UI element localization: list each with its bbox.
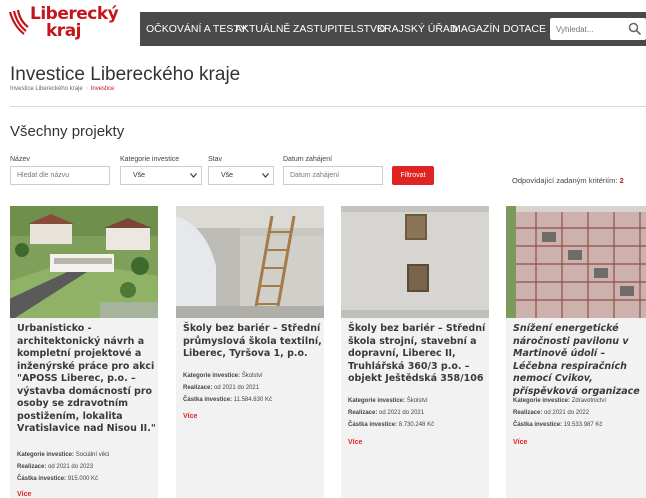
results-count-value: 2 <box>619 176 624 185</box>
filter-start-date-input[interactable]: Datum zahájení <box>283 166 383 185</box>
project-title[interactable]: Školy bez bariér – Střední průmyslová šk… <box>183 323 323 361</box>
realization-label: Realizace: <box>17 464 47 470</box>
filter-status-select[interactable]: Vše <box>208 166 274 185</box>
chevron-down-icon <box>262 173 269 178</box>
project-realization: Realizace: od 2021 do 2021 <box>183 384 323 392</box>
more-link[interactable]: Více <box>348 439 362 446</box>
project-photo[interactable] <box>341 206 489 318</box>
filter-status-value: Vše <box>221 172 234 179</box>
category-value: Zdravotnictví <box>571 398 607 404</box>
results-label: Odpovídající zadaným kritériím: <box>512 176 618 185</box>
more-link[interactable]: Více <box>513 439 527 446</box>
breadcrumb-item-current: Investice <box>90 86 115 92</box>
logo-mark-icon <box>8 9 29 35</box>
amount-value: 8.730.248 Kč <box>398 422 435 428</box>
nav-item-dotace[interactable]: DOTACE <box>503 12 546 46</box>
filter-start-label: Datum zahájení <box>283 156 333 163</box>
amount-value: 19.533.987 Kč <box>563 422 603 428</box>
project-category: Kategorie investice: Školství <box>183 372 323 380</box>
section-title: Všechny projekty <box>10 123 125 140</box>
realization-label: Realizace: <box>513 410 543 416</box>
nav-item-ockovani[interactable]: OČKOVÁNÍ A TESTY <box>146 12 247 46</box>
filter-category-label: Kategorie investice <box>120 156 180 163</box>
filter-status-label: Stav <box>208 156 223 163</box>
filter-category-select[interactable]: Vše <box>120 166 202 185</box>
project-category: Kategorie investice: Školství <box>348 397 488 405</box>
project-category: Kategorie investice: Zdravotnictví <box>513 397 646 405</box>
project-realization: Realizace: od 2021 do 2023 <box>17 463 157 471</box>
category-label: Kategorie investice: <box>513 398 571 404</box>
realization-value: od 2021 do 2021 <box>214 385 260 391</box>
filter-category-value: Vše <box>133 172 146 179</box>
chevron-down-icon <box>190 173 197 178</box>
search-box <box>550 18 646 40</box>
amount-label: Částka investice: <box>513 422 563 428</box>
project-card[interactable]: Školy bez bariér – Střední průmyslová šk… <box>176 206 324 498</box>
logo-text-line2: kraj <box>46 21 82 41</box>
breadcrumb-separator: › <box>85 86 88 92</box>
project-realization: Realizace: od 2021 do 2021 <box>348 409 488 417</box>
search-icon[interactable] <box>628 22 642 36</box>
nav-item-krajsky-urad[interactable]: KRAJSKÝ ÚŘAD <box>377 12 458 46</box>
category-value: Školství <box>406 398 428 404</box>
filter-button[interactable]: Filtrovat <box>392 166 434 185</box>
amount-label: Částka investice: <box>348 422 398 428</box>
category-label: Kategorie investice: <box>17 452 75 458</box>
category-label: Kategorie investice: <box>348 398 406 404</box>
nav-item-zastupitelstvo[interactable]: ZASTUPITELSTVO <box>293 12 385 46</box>
category-label: Kategorie investice: <box>183 373 241 379</box>
project-photo[interactable] <box>176 206 324 318</box>
nav-item-aktualne[interactable]: AKTUÁLNĚ <box>235 12 290 46</box>
filter-name-label: Název <box>10 156 30 163</box>
project-card[interactable]: Školy bez bariér – Střední škola strojní… <box>341 206 489 498</box>
amount-value: 915.000 Kč <box>67 476 99 482</box>
main-nav: OČKOVÁNÍ A TESTY AKTUÁLNĚ ZASTUPITELSTVO… <box>140 12 646 46</box>
project-realization: Realizace: od 2021 do 2022 <box>513 409 646 417</box>
page-title: Investice Libereckého kraje <box>10 64 241 85</box>
site-logo[interactable]: Liberecký kraj <box>8 4 119 50</box>
project-card[interactable]: Snížení energetické náročnosti pavilonu … <box>506 206 646 498</box>
amount-label: Částka investice: <box>183 397 233 403</box>
results-count: Odpovídající zadaným kritériím: 2 <box>512 176 624 185</box>
project-amount: Částka investice: 915.000 Kč <box>17 475 157 483</box>
project-title[interactable]: Snížení energetické náročnosti pavilonu … <box>513 323 646 398</box>
amount-value: 11.584.830 Kč <box>233 397 272 403</box>
more-link[interactable]: Více <box>17 491 31 498</box>
amount-label: Částka investice: <box>17 476 67 482</box>
project-card[interactable]: Urbanisticko - architektonický návrh a k… <box>10 206 158 498</box>
realization-value: od 2021 do 2023 <box>48 464 94 470</box>
filter-name-input[interactable]: Hledat dle názvu <box>10 166 110 185</box>
project-title[interactable]: Školy bez bariér – Střední škola strojní… <box>348 323 488 386</box>
category-value: Školství <box>241 373 263 379</box>
nav-item-magazin[interactable]: MAGAZÍN <box>452 12 500 46</box>
divider <box>10 106 646 107</box>
project-amount: Částka investice: 19.533.987 Kč <box>513 421 646 429</box>
project-category: Kategorie investice: Sociální věci <box>17 451 157 459</box>
breadcrumb: Investice Libereckého kraje › Investice <box>10 86 114 92</box>
category-value: Sociální věci <box>75 452 110 458</box>
breadcrumb-item-home[interactable]: Investice Libereckého kraje <box>10 86 83 92</box>
realization-label: Realizace: <box>348 410 378 416</box>
project-title[interactable]: Urbanisticko - architektonický návrh a k… <box>17 323 157 436</box>
site-header: Liberecký kraj OČKOVÁNÍ A TESTY AKTUÁLNĚ… <box>0 0 646 56</box>
project-photo[interactable] <box>506 206 646 318</box>
project-amount: Částka investice: 11.584.830 Kč <box>183 396 323 404</box>
project-photo[interactable] <box>10 206 158 318</box>
realization-value: od 2021 do 2022 <box>544 410 590 416</box>
project-amount: Částka investice: 8.730.248 Kč <box>348 421 488 429</box>
realization-value: od 2021 do 2021 <box>379 410 425 416</box>
more-link[interactable]: Více <box>183 413 197 420</box>
realization-label: Realizace: <box>183 385 213 391</box>
